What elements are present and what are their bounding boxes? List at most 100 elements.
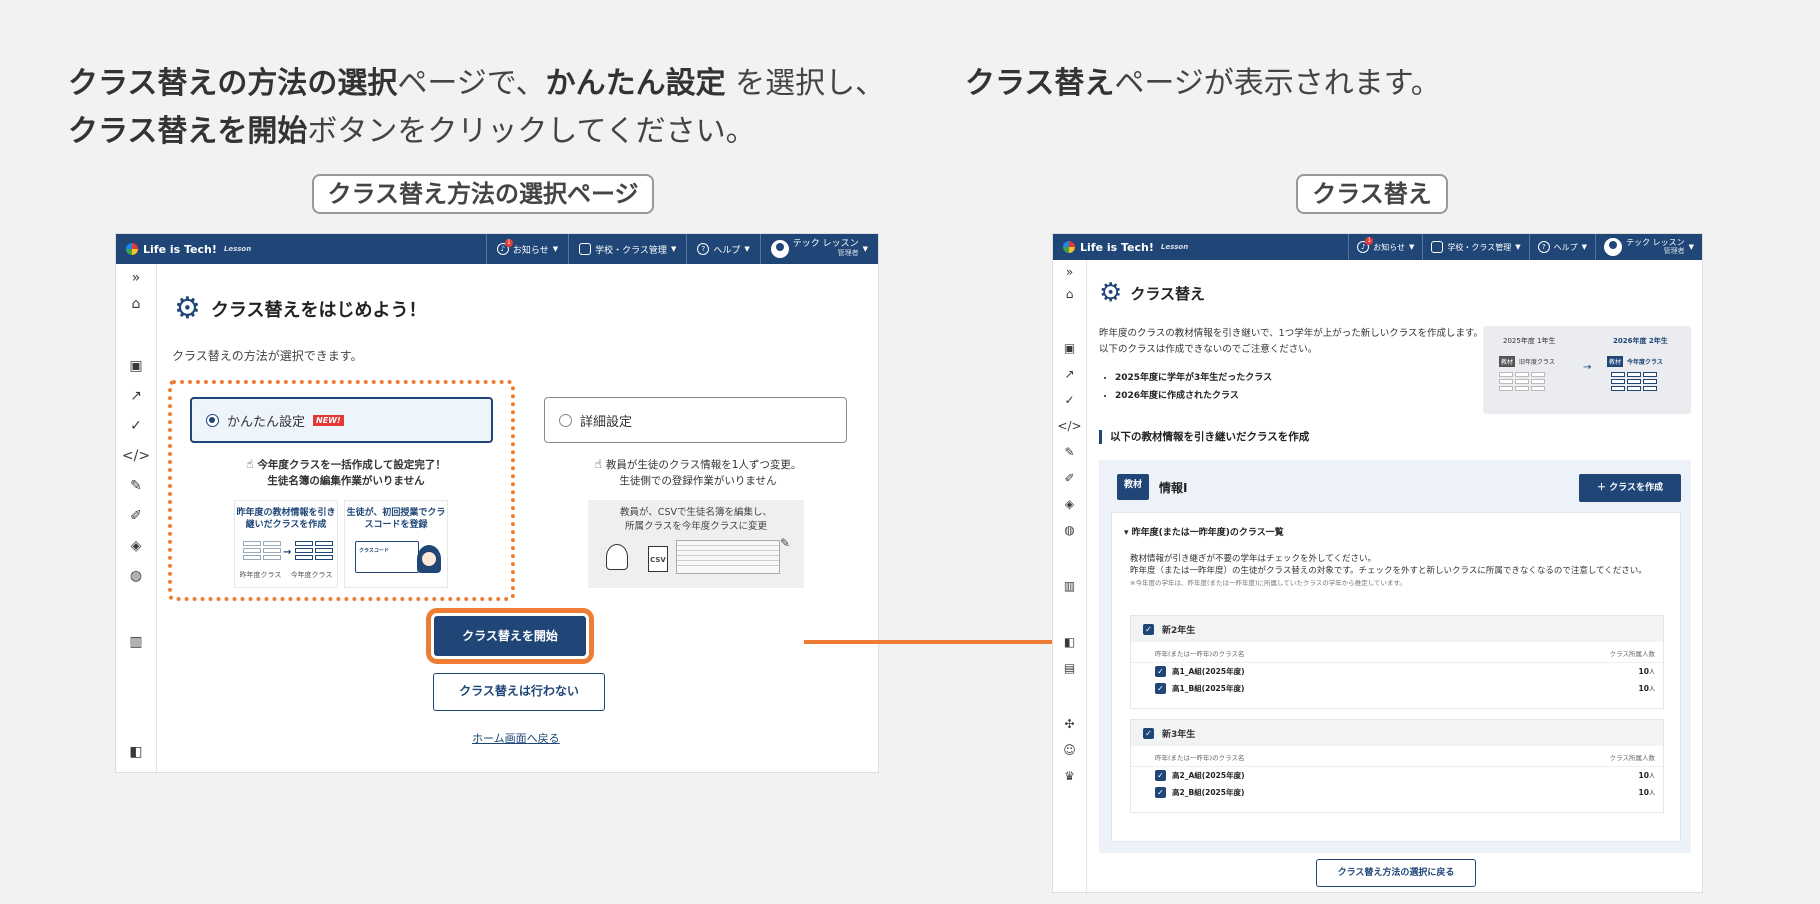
terminal-icon[interactable]: ▣ xyxy=(116,358,156,374)
chevron-down-icon: ▼ xyxy=(1409,243,1415,251)
puzzle-icon[interactable]: ✣ xyxy=(1053,716,1086,732)
nav-school[interactable]: 学校・クラス管理 ▼ xyxy=(568,234,686,264)
nav-notice[interactable]: ♪ 1 お知らせ ▼ xyxy=(1348,234,1422,260)
building-icon xyxy=(1431,241,1444,253)
checkbox-checked-icon[interactable]: ✓ xyxy=(1155,666,1166,677)
chevron-down-icon: ▼ xyxy=(862,245,868,253)
pen-icon[interactable]: ✎ xyxy=(1053,444,1086,460)
radio-selected-icon[interactable] xyxy=(206,413,219,427)
class-list-card: ▾ 昨年度(または一昨年度)のクラス一覧 教材情報が引き継ぎが不要の学年はチェッ… xyxy=(1111,512,1681,842)
code-icon[interactable]: </> xyxy=(1053,418,1086,434)
material-badge: 教材 xyxy=(1117,474,1149,500)
chevron-down-icon: ▼ xyxy=(1581,243,1588,251)
smile-icon[interactable]: ☺ xyxy=(1053,742,1086,758)
nav-user[interactable]: テック レッスン 管理者 ▼ xyxy=(759,234,878,264)
start-class-change-button[interactable]: クラス替えを開始 xyxy=(426,608,594,664)
chevron-down-icon: ▼ xyxy=(744,245,750,253)
skip-class-change-button[interactable]: クラス替えは行わない xyxy=(433,673,605,711)
detail-illustration: 教員が、CSVで生徒名簿を編集し、 所属クラスを今年度クラスに変更 CSV ✎ xyxy=(588,500,804,588)
logo[interactable]: Life is Tech! Lesson xyxy=(1053,241,1188,254)
home-icon[interactable]: ⌂ xyxy=(1053,286,1086,302)
grade-group: ✓ 新2年生 昨年(または一昨年)のクラス名 クラス所属人数 ✓ 高1_A組(2025… xyxy=(1130,615,1664,709)
class-grid-new xyxy=(295,541,333,560)
back-to-method-button[interactable]: クラス替え方法の選択に戻る xyxy=(1316,859,1476,887)
checkbox-checked-icon[interactable]: ✓ xyxy=(1155,683,1166,694)
edit-icon[interactable]: ✐ xyxy=(1053,470,1086,486)
trophy-icon[interactable]: ♛ xyxy=(1053,768,1086,784)
gear-icon: ⚙ xyxy=(174,291,201,326)
python-icon[interactable]: ◈ xyxy=(116,538,156,554)
pointer-icon: ☝ xyxy=(594,457,602,471)
section-heading: 以下の教材情報を引き継いだクラスを作成 xyxy=(1099,430,1309,444)
edit-icon[interactable]: ✐ xyxy=(116,508,156,524)
trend-icon[interactable]: ↗ xyxy=(1053,366,1086,382)
top-nav-bar: Life is Tech! Lesson ♪ 1 お知らせ ▼ 学校・クラス管理 ▼ ? ヘ… xyxy=(1053,234,1702,260)
class-change-method-screen: Life is Tech! Lesson ♪ 1 お知らせ ▼ 学校・クラス管理 ▼ ? ヘ… xyxy=(115,233,879,773)
material-panel: 教材 情報Ⅰ ＋ クラスを作成 ▾ 昨年度(または一昨年度)のクラス一覧 教材情… xyxy=(1099,460,1691,853)
caret-down-icon: ▾ xyxy=(1124,528,1132,538)
check-circle-icon[interactable]: ✓ xyxy=(116,418,156,434)
file-icon[interactable]: ▤ xyxy=(1053,660,1086,676)
option-easy-setting[interactable]: かんたん設定 NEW! xyxy=(190,397,493,443)
pencil-icon: ✎ xyxy=(779,536,790,550)
table-row: ✓ 高1_A組(2025年度) 10人 xyxy=(1131,663,1663,680)
checkbox-checked-icon[interactable]: ✓ xyxy=(1143,623,1154,635)
book-icon[interactable]: ◧ xyxy=(1053,634,1086,650)
back-home-link[interactable]: ホーム画面へ戻る xyxy=(472,730,560,746)
table-row: ✓ 高2_A組(2025年度) 10人 xyxy=(1131,767,1663,784)
expand-icon[interactable]: » xyxy=(116,270,156,286)
sidebar: » ⌂ ▣ ↗ ✓ </> ✎ ✐ ◈ ◍ ▥ ◧ ▤ ✣ ☺ ♛ xyxy=(1053,260,1087,892)
radio-icon[interactable] xyxy=(559,413,572,427)
book-icon[interactable]: ◧ xyxy=(116,744,156,760)
instruction-note: 教材情報が引き継ぎが不要の学年はチェックを外してください。 昨年度（または一昨年… xyxy=(1130,554,1647,587)
chevron-down-icon: ▼ xyxy=(1515,243,1521,251)
nav-school[interactable]: 学校・クラス管理 ▼ xyxy=(1422,234,1528,260)
check-circle-icon[interactable]: ✓ xyxy=(1053,392,1086,408)
gear-icon: ⚙ xyxy=(1099,278,1123,308)
logo-icon xyxy=(126,243,138,255)
option-detail-setting[interactable]: 詳細設定 xyxy=(544,397,847,443)
screen-label-left: クラス替え方法の選択ページ xyxy=(312,174,654,214)
chart-icon[interactable]: ▥ xyxy=(116,634,156,650)
teacher-icon xyxy=(606,544,628,570)
home-icon[interactable]: ⌂ xyxy=(116,296,156,312)
trend-icon[interactable]: ↗ xyxy=(116,388,156,404)
nav-help[interactable]: ? ヘルプ ▼ xyxy=(686,234,759,264)
screen-label-right: クラス替え xyxy=(1296,174,1448,214)
page-description: クラス替えの方法が選択できます。 xyxy=(172,349,363,363)
checkbox-checked-icon[interactable]: ✓ xyxy=(1155,770,1166,781)
checkbox-checked-icon[interactable]: ✓ xyxy=(1155,787,1166,798)
chevron-down-icon: ▼ xyxy=(552,245,559,253)
logo-icon xyxy=(1063,241,1075,253)
class-change-screen: Life is Tech! Lesson ♪ 1 お知らせ ▼ 学校・クラス管理 ▼ ? ヘ… xyxy=(1052,233,1703,893)
expand-icon[interactable]: » xyxy=(1053,264,1086,280)
accordion-header[interactable]: ▾ 昨年度(または一昨年度)のクラス一覧 xyxy=(1124,525,1284,538)
avatar xyxy=(1604,238,1623,256)
logo[interactable]: Life is Tech! Lesson xyxy=(116,243,251,256)
chevron-down-icon: ▼ xyxy=(1688,243,1694,251)
arrow-icon: → xyxy=(1583,362,1592,373)
detail-hint: ☝ 教員が生徒のクラス情報を1人ずつ変更。 生徒側での登録作業がいりません xyxy=(594,457,802,487)
nav-help[interactable]: ? ヘルプ ▼ xyxy=(1528,234,1595,260)
palette-icon[interactable]: ◍ xyxy=(116,568,156,584)
create-class-button[interactable]: ＋ クラスを作成 xyxy=(1579,474,1681,502)
bell-icon: ♪ 1 xyxy=(1357,237,1374,253)
bell-icon: ♪ 1 xyxy=(496,239,513,255)
building-icon xyxy=(579,243,592,255)
grade-group: ✓ 新3年生 昨年(または一昨年)のクラス名 クラス所属人数 ✓ 高2_A組(2025… xyxy=(1130,719,1664,813)
chevron-down-icon: ▼ xyxy=(670,245,677,253)
nav-notice[interactable]: ♪ 1 お知らせ ▼ xyxy=(485,234,568,264)
pen-icon[interactable]: ✎ xyxy=(116,478,156,494)
nav-user[interactable]: テック レッスン 管理者 ▼ xyxy=(1595,234,1702,260)
class-code-window: クラスコード xyxy=(355,541,419,573)
help-icon: ? xyxy=(697,243,710,255)
list-item: 2026年度に作成されたクラス xyxy=(1115,387,1272,405)
chart-icon[interactable]: ▥ xyxy=(1053,578,1086,594)
terminal-icon[interactable]: ▣ xyxy=(1053,340,1086,356)
checkbox-checked-icon[interactable]: ✓ xyxy=(1143,727,1154,739)
page-title: ⚙ クラス替えをはじめよう！ xyxy=(174,291,427,326)
python-icon[interactable]: ◈ xyxy=(1053,496,1086,512)
table-row: ✓ 高2_B組(2025年度) 10人 xyxy=(1131,784,1663,801)
palette-icon[interactable]: ◍ xyxy=(1053,522,1086,538)
code-icon[interactable]: </> xyxy=(116,448,156,464)
